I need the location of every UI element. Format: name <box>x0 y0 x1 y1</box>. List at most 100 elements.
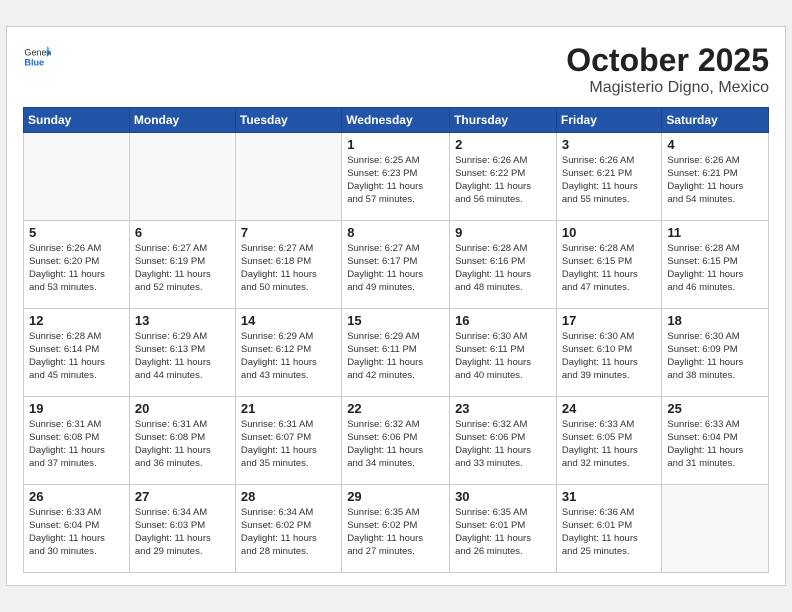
week-row-0: 1Sunrise: 6:25 AM Sunset: 6:23 PM Daylig… <box>24 132 769 220</box>
day-number: 7 <box>241 225 336 240</box>
day-info: Sunrise: 6:29 AM Sunset: 6:11 PM Dayligh… <box>347 330 444 383</box>
day-number: 9 <box>455 225 551 240</box>
table-row: 29Sunrise: 6:35 AM Sunset: 6:02 PM Dayli… <box>342 484 450 572</box>
day-number: 29 <box>347 489 444 504</box>
day-info: Sunrise: 6:29 AM Sunset: 6:12 PM Dayligh… <box>241 330 336 383</box>
day-info: Sunrise: 6:33 AM Sunset: 6:05 PM Dayligh… <box>562 418 656 471</box>
day-info: Sunrise: 6:33 AM Sunset: 6:04 PM Dayligh… <box>29 506 124 559</box>
day-number: 23 <box>455 401 551 416</box>
header-section: General Blue October 2025 Magisterio Dig… <box>23 43 769 96</box>
day-info: Sunrise: 6:32 AM Sunset: 6:06 PM Dayligh… <box>455 418 551 471</box>
day-info: Sunrise: 6:30 AM Sunset: 6:09 PM Dayligh… <box>667 330 763 383</box>
day-info: Sunrise: 6:31 AM Sunset: 6:07 PM Dayligh… <box>241 418 336 471</box>
day-info: Sunrise: 6:28 AM Sunset: 6:15 PM Dayligh… <box>667 242 763 295</box>
day-info: Sunrise: 6:30 AM Sunset: 6:10 PM Dayligh… <box>562 330 656 383</box>
day-number: 3 <box>562 137 656 152</box>
header-wednesday: Wednesday <box>342 107 450 132</box>
table-row <box>235 132 341 220</box>
table-row: 6 Sunrise: 6:27 AM Sunset: 6:19 PM Daylig… <box>129 220 235 308</box>
table-row: 16Sunrise: 6:30 AM Sunset: 6:11 PM Dayli… <box>450 308 557 396</box>
day-number: 27 <box>135 489 230 504</box>
table-row: 19 Sunrise: 6:31 AM Sunset: 6:08 PM Dayli… <box>24 396 130 484</box>
day-info: Sunrise: 6:26 AM Sunset: 6:21 PM Dayligh… <box>667 154 763 207</box>
svg-text:Blue: Blue <box>24 58 44 68</box>
table-row <box>24 132 130 220</box>
day-info: Sunrise: 6:35 AM Sunset: 6:01 PM Dayligh… <box>455 506 551 559</box>
table-row: 1Sunrise: 6:25 AM Sunset: 6:23 PM Daylig… <box>342 132 450 220</box>
calendar-container: General Blue October 2025 Magisterio Dig… <box>6 26 786 585</box>
table-row: 13 Sunrise: 6:29 AM Sunset: 6:13 PM Dayli… <box>129 308 235 396</box>
day-number: 18 <box>667 313 763 328</box>
day-number: 31 <box>562 489 656 504</box>
day-info: Sunrise: 6:34 AM Sunset: 6:02 PM Dayligh… <box>241 506 336 559</box>
table-row: 26Sunrise: 6:33 AM Sunset: 6:04 PM Dayli… <box>24 484 130 572</box>
day-number: 20 <box>135 401 230 416</box>
header-saturday: Saturday <box>662 107 769 132</box>
table-row <box>129 132 235 220</box>
day-number: 2 <box>455 137 551 152</box>
day-info: Sunrise: 6:27 AM Sunset: 6:18 PM Dayligh… <box>241 242 336 295</box>
day-number: 21 <box>241 401 336 416</box>
day-number: 15 <box>347 313 444 328</box>
day-info: Sunrise: 6:26 AM Sunset: 6:21 PM Dayligh… <box>562 154 656 207</box>
header-monday: Monday <box>129 107 235 132</box>
day-number: 10 <box>562 225 656 240</box>
table-row: 2 Sunrise: 6:26 AM Sunset: 6:22 PM Daylig… <box>450 132 557 220</box>
table-row: 30 Sunrise: 6:35 AM Sunset: 6:01 PM Dayli… <box>450 484 557 572</box>
table-row: 28 Sunrise: 6:34 AM Sunset: 6:02 PM Dayli… <box>235 484 341 572</box>
day-number: 14 <box>241 313 336 328</box>
table-row: 8 Sunrise: 6:27 AM Sunset: 6:17 PM Daylig… <box>342 220 450 308</box>
table-row: 14 Sunrise: 6:29 AM Sunset: 6:12 PM Dayli… <box>235 308 341 396</box>
day-info: Sunrise: 6:27 AM Sunset: 6:19 PM Dayligh… <box>135 242 230 295</box>
day-number: 17 <box>562 313 656 328</box>
day-number: 22 <box>347 401 444 416</box>
day-info: Sunrise: 6:29 AM Sunset: 6:13 PM Dayligh… <box>135 330 230 383</box>
table-row: 24Sunrise: 6:33 AM Sunset: 6:05 PM Dayli… <box>556 396 661 484</box>
day-info: Sunrise: 6:26 AM Sunset: 6:22 PM Dayligh… <box>455 154 551 207</box>
day-info: Sunrise: 6:28 AM Sunset: 6:15 PM Dayligh… <box>562 242 656 295</box>
table-row: 3 Sunrise: 6:26 AM Sunset: 6:21 PM Daylig… <box>556 132 661 220</box>
table-row: 4Sunrise: 6:26 AM Sunset: 6:21 PM Daylig… <box>662 132 769 220</box>
table-row: 23 Sunrise: 6:32 AM Sunset: 6:06 PM Dayli… <box>450 396 557 484</box>
title-section: October 2025 Magisterio Digno, Mexico <box>566 43 769 96</box>
location-title: Magisterio Digno, Mexico <box>566 79 769 97</box>
table-row: 27 Sunrise: 6:34 AM Sunset: 6:03 PM Dayli… <box>129 484 235 572</box>
table-row: 11Sunrise: 6:28 AM Sunset: 6:15 PM Dayli… <box>662 220 769 308</box>
header-friday: Friday <box>556 107 661 132</box>
day-number: 13 <box>135 313 230 328</box>
day-info: Sunrise: 6:31 AM Sunset: 6:08 PM Dayligh… <box>29 418 124 471</box>
table-row: 21 Sunrise: 6:31 AM Sunset: 6:07 PM Dayli… <box>235 396 341 484</box>
day-info: Sunrise: 6:34 AM Sunset: 6:03 PM Dayligh… <box>135 506 230 559</box>
table-row: 22 Sunrise: 6:32 AM Sunset: 6:06 PM Dayli… <box>342 396 450 484</box>
table-row: 20 Sunrise: 6:31 AM Sunset: 6:08 PM Dayli… <box>129 396 235 484</box>
month-title: October 2025 <box>566 43 769 78</box>
table-row <box>662 484 769 572</box>
day-info: Sunrise: 6:36 AM Sunset: 6:01 PM Dayligh… <box>562 506 656 559</box>
logo: General Blue <box>23 43 51 71</box>
day-number: 8 <box>347 225 444 240</box>
day-info: Sunrise: 6:28 AM Sunset: 6:16 PM Dayligh… <box>455 242 551 295</box>
table-row: 10 Sunrise: 6:28 AM Sunset: 6:15 PM Dayli… <box>556 220 661 308</box>
week-row-2: 12Sunrise: 6:28 AM Sunset: 6:14 PM Dayli… <box>24 308 769 396</box>
day-info: Sunrise: 6:30 AM Sunset: 6:11 PM Dayligh… <box>455 330 551 383</box>
table-row: 12Sunrise: 6:28 AM Sunset: 6:14 PM Dayli… <box>24 308 130 396</box>
table-row: 7 Sunrise: 6:27 AM Sunset: 6:18 PM Daylig… <box>235 220 341 308</box>
week-row-3: 19 Sunrise: 6:31 AM Sunset: 6:08 PM Dayli… <box>24 396 769 484</box>
day-info: Sunrise: 6:27 AM Sunset: 6:17 PM Dayligh… <box>347 242 444 295</box>
day-info: Sunrise: 6:31 AM Sunset: 6:08 PM Dayligh… <box>135 418 230 471</box>
table-row: 25Sunrise: 6:33 AM Sunset: 6:04 PM Dayli… <box>662 396 769 484</box>
week-row-4: 26Sunrise: 6:33 AM Sunset: 6:04 PM Dayli… <box>24 484 769 572</box>
calendar-grid: Sunday Monday Tuesday Wednesday Thursday… <box>23 107 769 573</box>
day-number: 30 <box>455 489 551 504</box>
day-number: 5 <box>29 225 124 240</box>
day-info: Sunrise: 6:33 AM Sunset: 6:04 PM Dayligh… <box>667 418 763 471</box>
table-row: 18 Sunrise: 6:30 AM Sunset: 6:09 PM Dayli… <box>662 308 769 396</box>
generalblue-logo-icon: General Blue <box>23 43 51 71</box>
day-info: Sunrise: 6:32 AM Sunset: 6:06 PM Dayligh… <box>347 418 444 471</box>
day-number: 28 <box>241 489 336 504</box>
table-row: 15 Sunrise: 6:29 AM Sunset: 6:11 PM Dayli… <box>342 308 450 396</box>
day-number: 6 <box>135 225 230 240</box>
table-row: 31 Sunrise: 6:36 AM Sunset: 6:01 PM Dayli… <box>556 484 661 572</box>
header-thursday: Thursday <box>450 107 557 132</box>
day-number: 19 <box>29 401 124 416</box>
